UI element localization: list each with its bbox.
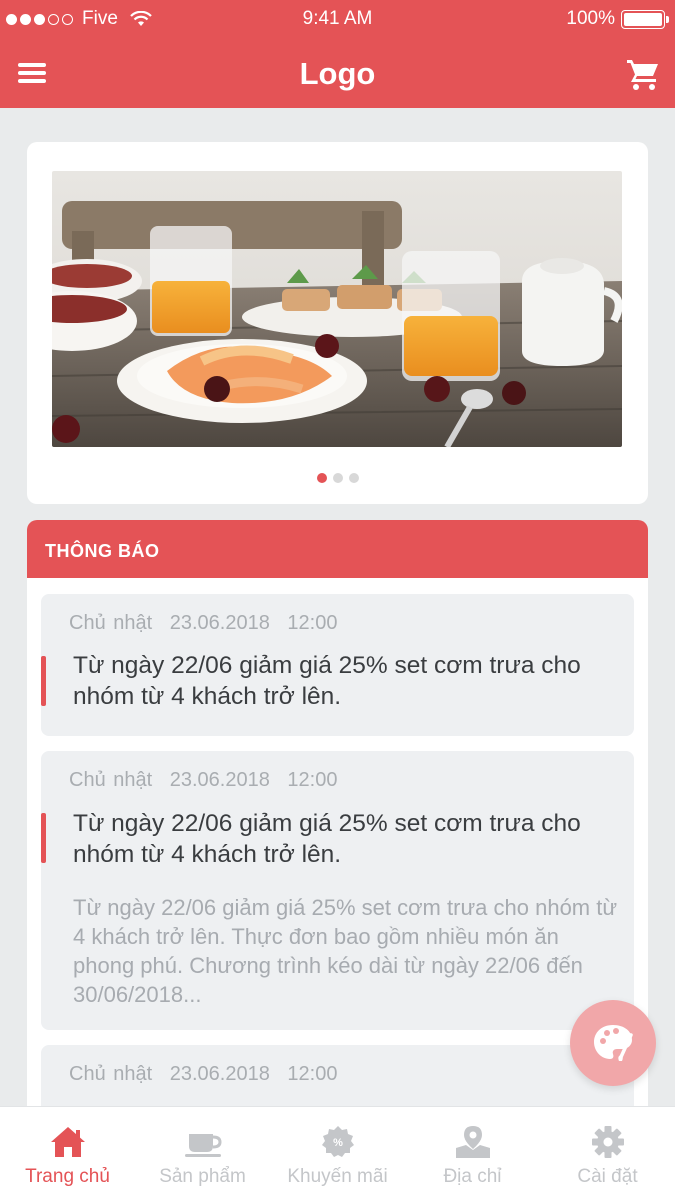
tab-label: Sản phẩm [159, 1166, 246, 1187]
notifications-panel: THÔNG BÁO Chủ nhật 23.06.2018 12:00 Từ n… [27, 520, 648, 1120]
theme-palette-button[interactable] [570, 1000, 656, 1086]
map-pin-icon [455, 1126, 490, 1158]
tab-products[interactable]: Sản phẩm [135, 1107, 270, 1200]
home-icon [50, 1127, 85, 1157]
notification-date: 23.06.2018 [169, 1063, 270, 1085]
tab-label: Địa chỉ [443, 1166, 502, 1187]
notification-time: 12:00 [287, 1063, 338, 1085]
pager-dot-3[interactable] [348, 473, 359, 483]
pager-dot-2[interactable] [332, 473, 343, 483]
notification-title: Từ ngày 22/06 giảm giá 25% set cơm trưa … [73, 810, 581, 868]
tab-label: Khuyến mãi [287, 1166, 388, 1187]
bottom-tab-bar: Trang chủ Sản phẩm % Khuyến mãi Địa chỉ [0, 1106, 675, 1200]
cart-button[interactable] [625, 56, 661, 92]
notification-date: 23.06.2018 [169, 769, 270, 791]
svg-text:%: % [333, 1137, 343, 1149]
cart-icon [627, 60, 658, 90]
notification-accent-bar [41, 813, 46, 863]
palette-icon [594, 1025, 633, 1061]
app-logo: Logo [299, 56, 376, 91]
coffee-cup-icon [184, 1134, 222, 1157]
battery-percent: 100% [566, 8, 615, 29]
tab-label: Cài đặt [577, 1166, 638, 1187]
notification-day: Chủ nhật [69, 612, 153, 634]
notification-item[interactable]: Chủ nhật 23.06.2018 12:00 Từ ngày 22/06 … [41, 594, 634, 736]
breakfast-photo [52, 171, 622, 447]
tab-promotions[interactable]: % Khuyến mãi [270, 1107, 405, 1200]
status-right: 100% [566, 8, 669, 30]
tab-label: Trang chủ [25, 1166, 110, 1187]
tab-home[interactable]: Trang chủ [0, 1107, 135, 1200]
battery-icon [621, 9, 669, 29]
gear-icon [591, 1126, 624, 1158]
carousel-pager[interactable] [27, 473, 648, 483]
notification-meta: Chủ nhật 23.06.2018 12:00 [69, 612, 347, 635]
notification-time: 12:00 [287, 612, 338, 634]
notification-body: Từ ngày 22/06 giảm giá 25% set cơm trưa … [73, 895, 618, 1007]
status-bar: Five 9:41 AM 100% [0, 0, 675, 38]
notification-day: Chủ nhật [69, 1063, 153, 1085]
banner-carousel[interactable] [27, 142, 648, 504]
notification-accent-bar [41, 656, 46, 706]
notifications-title: THÔNG BÁO [27, 520, 648, 578]
notification-item[interactable]: Chủ nhật 23.06.2018 12:00 Từ ngày 22/06 … [41, 751, 634, 1030]
tab-address[interactable]: Địa chỉ [405, 1107, 540, 1200]
pager-dot-1[interactable] [316, 473, 327, 483]
app-header: Five 9:41 AM 100% Logo [0, 0, 675, 108]
notification-date: 23.06.2018 [169, 612, 270, 634]
tab-settings[interactable]: Cài đặt [540, 1107, 675, 1200]
percent-badge-icon: % [321, 1126, 354, 1157]
notification-day: Chủ nhật [69, 769, 153, 791]
notification-time: 12:00 [287, 769, 338, 791]
notification-meta: Chủ nhật 23.06.2018 12:00 [69, 1063, 347, 1086]
notification-title: Từ ngày 22/06 giảm giá 25% set cơm trưa … [73, 652, 581, 710]
notification-meta: Chủ nhật 23.06.2018 12:00 [69, 769, 347, 792]
banner-image[interactable] [52, 171, 622, 447]
